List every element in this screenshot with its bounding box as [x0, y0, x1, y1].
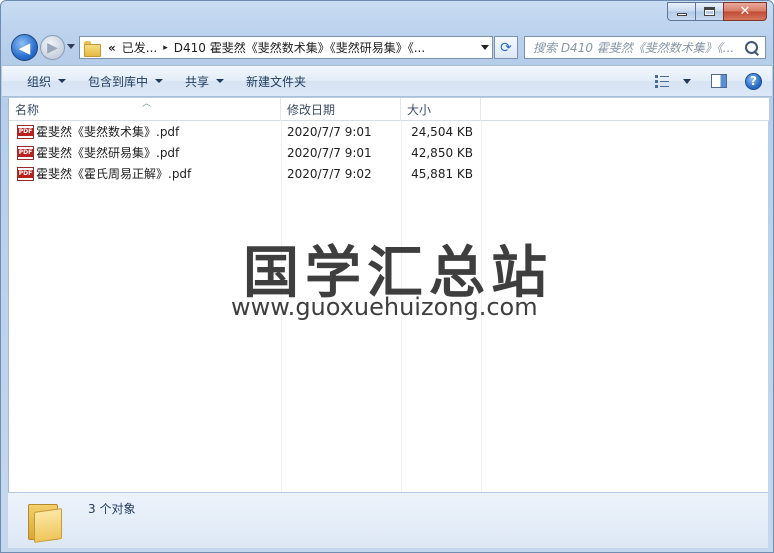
column-size-label: 大小 [407, 103, 432, 117]
help-icon[interactable]: ? [745, 72, 762, 90]
recent-pages-dropdown-icon[interactable] [67, 44, 75, 49]
change-view-icon[interactable] [655, 74, 675, 88]
caption-buttons: ✕ [667, 2, 767, 21]
column-header-name[interactable]: 名称 ︿ [9, 98, 281, 121]
address-bar[interactable]: « 已发... ▸ D410 霍斐然《斐然数术集》《斐然研易集》《... [79, 36, 493, 59]
address-dropdown[interactable] [478, 45, 492, 50]
file-name: 霍斐然《斐然数术集》.pdf [36, 125, 180, 139]
file-name: 霍斐然《霍氏周易正解》.pdf [36, 167, 192, 181]
file-modified: 2020/7/7 9:01 [287, 145, 372, 160]
refresh-icon: ⟳ [500, 39, 512, 56]
file-modified: 2020/7/7 9:01 [287, 124, 372, 139]
sort-ascending-icon: ︿ [142, 99, 152, 109]
organize-label: 组织 [27, 74, 52, 89]
minimize-icon [676, 13, 687, 16]
file-size: 45,881 KB [411, 166, 473, 181]
include-in-library-label: 包含到库中 [88, 74, 149, 89]
share-menu[interactable]: 共享 [174, 69, 235, 93]
search-icon[interactable] [743, 39, 761, 57]
file-row[interactable]: 霍斐然《斐然研易集》.pdf 2020/7/7 9:01 42,850 KB [9, 142, 769, 163]
column-header-size[interactable]: 大小 [401, 98, 481, 121]
chevron-down-icon [481, 45, 489, 50]
search-input[interactable] [533, 40, 743, 55]
chevron-down-icon [58, 79, 67, 83]
preview-pane-icon[interactable] [711, 74, 727, 88]
file-name: 霍斐然《斐然研易集》.pdf [36, 146, 180, 160]
maximize-icon [704, 7, 715, 16]
file-list-view[interactable]: 名称 ︿ 修改日期 大小 霍斐然《斐然数术集》.pdf 2020/7/7 9:0… [8, 98, 769, 492]
view-options-chevron-icon[interactable] [683, 78, 691, 84]
breadcrumb-separator-icon[interactable]: ▸ [163, 43, 168, 53]
back-arrow-icon: ◀ [18, 38, 31, 57]
organize-menu[interactable]: 组织 [16, 69, 77, 93]
chevron-down-icon [155, 79, 164, 83]
column-modified-label: 修改日期 [287, 103, 336, 117]
folder-icon [28, 502, 66, 543]
back-button[interactable]: ◀ [11, 34, 38, 61]
pdf-file-icon [17, 124, 34, 139]
details-pane: 3 个对象 [8, 492, 768, 548]
refresh-button[interactable]: ⟳ [494, 36, 518, 59]
include-in-library-menu[interactable]: 包含到库中 [77, 69, 174, 93]
file-row[interactable]: 霍斐然《霍氏周易正解》.pdf 2020/7/7 9:02 45,881 KB [9, 163, 769, 184]
command-bar: 组织 包含到库中 共享 新建文件夹 ? [2, 65, 772, 97]
chevron-down-icon [216, 79, 225, 83]
maximize-button[interactable] [695, 2, 723, 21]
breadcrumb-parent[interactable]: 已发... [122, 39, 157, 56]
column-name-label: 名称 [15, 103, 40, 117]
overflow-chevron[interactable]: « [108, 41, 116, 55]
forward-button[interactable]: ▶ [40, 35, 65, 60]
close-button[interactable]: ✕ [723, 2, 767, 21]
help-glyph: ? [750, 74, 757, 88]
file-size: 24,504 KB [411, 124, 473, 139]
breadcrumb-current[interactable]: D410 霍斐然《斐然数术集》《斐然研易集》《... [174, 39, 425, 56]
pdf-file-icon [17, 166, 34, 181]
search-box[interactable] [524, 36, 766, 59]
pdf-file-icon [17, 145, 34, 160]
column-header-modified[interactable]: 修改日期 [281, 98, 401, 121]
minimize-button[interactable] [667, 2, 695, 21]
share-label: 共享 [185, 74, 210, 89]
explorer-window: ✕ ◀ ▶ « 已发... ▸ D410 霍斐然《斐然数术集》《斐然研易集》《.… [0, 0, 774, 553]
file-row[interactable]: 霍斐然《斐然数术集》.pdf 2020/7/7 9:01 24,504 KB [9, 121, 769, 142]
forward-arrow-icon: ▶ [47, 39, 58, 56]
column-header-row: 名称 ︿ 修改日期 大小 [9, 98, 769, 121]
folder-icon [84, 40, 101, 57]
new-folder-button[interactable]: 新建文件夹 [235, 69, 317, 93]
watermark-url: www.guoxuehuizong.com [231, 293, 538, 321]
file-modified: 2020/7/7 9:02 [287, 166, 372, 181]
item-count: 3 个对象 [88, 502, 136, 516]
close-icon: ✕ [739, 4, 751, 19]
file-size: 42,850 KB [411, 145, 473, 160]
new-folder-label: 新建文件夹 [246, 74, 307, 89]
